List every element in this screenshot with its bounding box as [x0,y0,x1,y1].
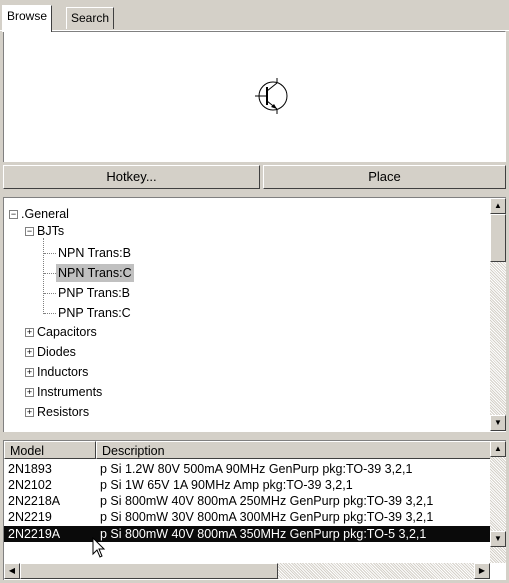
list-hscrollbar[interactable]: ◀ ▶ [4,563,490,579]
expand-icon[interactable]: + [25,328,34,337]
tree-scrollbar[interactable]: ▲ ▼ [490,198,506,431]
cell-model: 2N2102 [8,478,52,492]
tab-bar: Browse Search [0,0,509,32]
table-row[interactable]: 2N2218A p Si 800mW 40V 800mA 250MHz GenP… [4,493,490,509]
scroll-left-icon[interactable]: ◀ [4,563,20,579]
model-list: Model Description 2N1893 p Si 1.2W 80V 5… [3,440,506,580]
scroll-down-icon[interactable]: ▼ [490,415,506,431]
column-header-model[interactable]: Model [4,441,96,459]
cell-model: 2N1893 [8,462,52,476]
tree-line [44,253,56,254]
cell-description: p Si 800mW 40V 800mA 250MHz GenPurp pkg:… [100,494,434,508]
cell-model: 2N2218A [8,494,61,508]
table-row[interactable]: 2N1893 p Si 1.2W 80V 500mA 90MHz GenPurp… [4,461,490,477]
table-row-selected[interactable]: 2N2219A p Si 800mW 40V 800mA 350MHz GenP… [4,526,490,542]
tree-node-inductors[interactable]: Inductors [37,363,88,381]
collapse-icon[interactable]: − [9,210,18,219]
scroll-down-icon[interactable]: ▼ [490,531,506,547]
mouse-cursor-icon [92,537,106,558]
tree-line [44,313,56,314]
expand-icon[interactable]: + [25,388,34,397]
table-row[interactable]: 2N2102 p Si 1W 65V 1A 90MHz Amp pkg:TO-3… [4,477,490,493]
scroll-up-icon[interactable]: ▲ [490,198,506,214]
collapse-icon[interactable]: − [25,227,34,236]
scroll-thumb[interactable] [490,214,506,262]
cell-model: 2N2219 [8,510,52,524]
list-scrollbar[interactable]: ▲ ▼ [490,441,506,563]
tree-node-resistors[interactable]: Resistors [37,403,89,421]
npn-transistor-symbol-icon [255,78,288,114]
tree-node-npn-trans-b[interactable]: NPN Trans:B [58,244,131,262]
table-row-partial [4,543,490,549]
scroll-up-icon[interactable]: ▲ [490,441,506,457]
hscroll-thumb[interactable] [20,563,278,579]
cell-description: p Si 800mW 40V 800mA 350MHz GenPurp pkg:… [100,527,427,541]
table-row[interactable]: 2N2219 p Si 800mW 30V 800mA 300MHz GenPu… [4,509,490,525]
tree-node-pnp-trans-b[interactable]: PNP Trans:B [58,284,130,302]
tree-node-capacitors[interactable]: Capacitors [37,323,97,341]
expand-icon[interactable]: + [25,408,34,417]
place-button[interactable]: Place [263,165,506,189]
tree-node-npn-trans-c[interactable]: NPN Trans:C [56,264,134,282]
tree-node-general[interactable]: .General [21,205,69,223]
scroll-right-icon[interactable]: ▶ [474,563,490,579]
tree-line [44,293,56,294]
column-header-description[interactable]: Description [96,441,491,459]
tree-node-diodes[interactable]: Diodes [37,343,76,361]
expand-icon[interactable]: + [25,368,34,377]
tree-line [44,273,56,274]
component-tree: − .General − BJTs NPN Trans:B NPN Trans:… [3,197,506,432]
symbol-preview [3,31,506,162]
tree-node-instruments[interactable]: Instruments [37,383,102,401]
tab-browse[interactable]: Browse [2,5,53,32]
hotkey-button[interactable]: Hotkey... [3,165,260,189]
cell-description: p Si 1.2W 80V 500mA 90MHz GenPurp pkg:TO… [100,462,413,476]
tab-search[interactable]: Search [66,7,115,29]
tree-line [43,238,45,314]
cell-description: p Si 800mW 30V 800mA 300MHz GenPurp pkg:… [100,510,434,524]
tree-node-bjts[interactable]: BJTs [37,222,64,240]
tree-node-pnp-trans-c[interactable]: PNP Trans:C [58,304,131,322]
expand-icon[interactable]: + [25,348,34,357]
cell-model: 2N2219A [8,527,61,541]
cell-description: p Si 1W 65V 1A 90MHz Amp pkg:TO-39 3,2,1 [100,478,353,492]
